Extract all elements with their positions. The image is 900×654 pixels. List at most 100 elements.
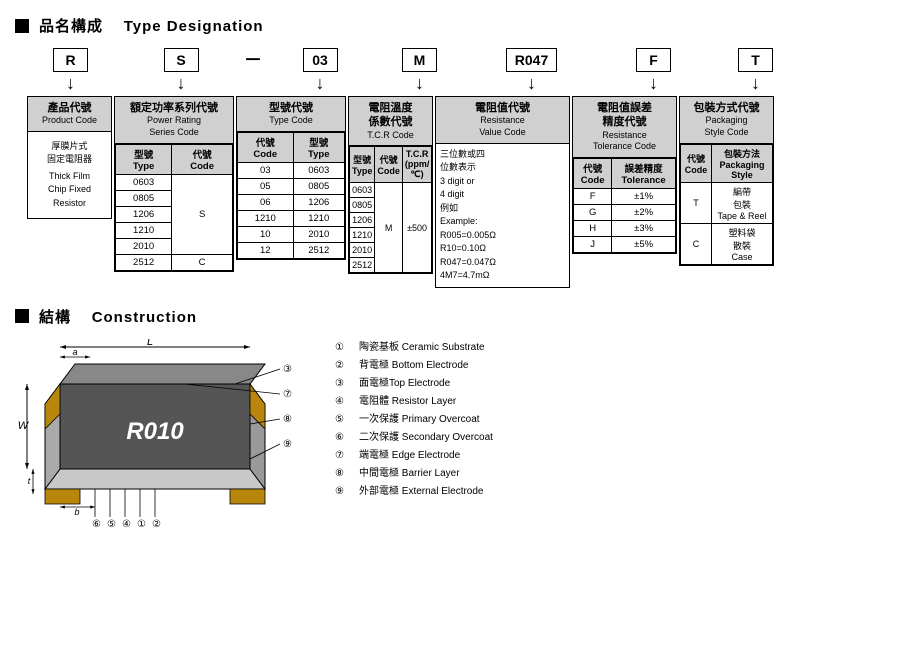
svg-text:④: ④ (122, 519, 131, 529)
tcr-header-en: T.C.R Code (353, 130, 428, 142)
arrow-t: ↓ (751, 74, 760, 92)
legend-text-5: 一次保護 Primary Overcoat (359, 411, 480, 429)
section1-en: Type Designation (124, 18, 264, 35)
legend-item-2: ② 背電極 Bottom Electrode (335, 357, 493, 375)
res-val-ex1: R005=0.005Ω (440, 229, 565, 243)
tolerance-col: 電阻值誤差精度代號 ResistanceTolerance Code 代號Cod… (572, 96, 677, 254)
type-code-col1-header: 代號Code (238, 132, 294, 162)
packaging-header: 包裝方式代號 PackagingStyle Code (680, 97, 773, 144)
construction-content: L W a t b (15, 339, 885, 532)
packaging-col: 包裝方式代號 PackagingStyle Code 代號Code 包裝方法Pa… (679, 96, 774, 266)
tolerance-header-zh: 電阻值誤差精度代號 (577, 101, 672, 130)
table-row: T編帶包裝Tape & Reel (681, 182, 773, 223)
resistance-value-header: 電阻值代號 ResistanceValue Code (436, 97, 569, 144)
type-code-body: 代號Code 型號Type 030603 050805 061206 12101… (237, 132, 345, 259)
table-row: 2512C (116, 254, 233, 270)
arrow-r047: ↓ (527, 74, 536, 92)
legend-text-7: 端電極 Edge Electrode (359, 447, 460, 465)
svg-text:W: W (18, 420, 30, 432)
legend-num-2: ② (335, 357, 355, 375)
section1-zh: 品名構成 (39, 18, 103, 35)
product-code-header-zh: 產品代號 (32, 101, 107, 115)
res-val-example-en: Example: (440, 215, 565, 229)
section2-title: 結構 Construction (15, 306, 885, 327)
code-f: F (636, 48, 671, 72)
legend-num-1: ① (335, 339, 355, 357)
chip-svg: L W a t b (15, 339, 315, 529)
arrow-03: ↓ (316, 74, 325, 92)
resistance-value-header-en: ResistanceValue Code (440, 115, 565, 138)
packaging-table: 代號Code 包裝方法PackagingStyle T編帶包裝Tape & Re… (680, 144, 773, 265)
svg-text:②: ② (152, 519, 161, 529)
page-container: 品名構成 Type Designation R ↓ S ↓ － 03 ↓ M ↓ (15, 10, 885, 537)
packaging-body: 代號Code 包裝方法PackagingStyle T編帶包裝Tape & Re… (680, 144, 773, 265)
table-row: 061206 (238, 194, 345, 210)
power-rating-col: 額定功率系列代號 Power RatingSeries Code 型號Type … (114, 96, 234, 272)
table-row: C塑料袋散裝Case (681, 223, 773, 264)
legend-text-8: 中間電極 Barrier Layer (359, 465, 460, 483)
svg-text:R010: R010 (126, 418, 184, 445)
dash: － (244, 46, 262, 72)
svg-text:③: ③ (283, 364, 292, 375)
legend-item-7: ⑦ 端電極 Edge Electrode (335, 447, 493, 465)
legend-text-2: 背電極 Bottom Electrode (359, 357, 468, 375)
power-rating-body: 型號Type 代號Code 0603S 0805 1206 1210 2010 … (115, 144, 233, 271)
svg-text:⑨: ⑨ (283, 439, 292, 450)
chip-drawing: L W a t b (15, 339, 315, 532)
arrow-m: ↓ (415, 74, 424, 92)
table-row: G±2% (574, 204, 676, 220)
tcr-table: 型號Type 代號Code T.C.R(ppm/℃) 0603M±500 080… (349, 146, 432, 273)
power-rating-header: 額定功率系列代號 Power RatingSeries Code (115, 97, 233, 144)
section2-icon (15, 309, 29, 323)
packaging-col1: 代號Code (681, 144, 712, 182)
tolerance-table: 代號Code 誤差精度Tolerance F±1% G±2% H±3% J±5% (573, 158, 676, 253)
svg-text:⑧: ⑧ (283, 414, 292, 425)
legend-text-4: 電阻體 Resistor Layer (359, 393, 456, 411)
product-code-body: 厚膜片式固定電阻器 Thick FilmChip FixedResistor (28, 132, 111, 219)
legend-num-9: ⑨ (335, 483, 355, 501)
legend-num-4: ④ (335, 393, 355, 411)
res-val-ex3: R047=0.047Ω (440, 256, 565, 270)
svg-text:⑦: ⑦ (283, 389, 292, 400)
type-code-header-en: Type Code (241, 115, 341, 127)
table-row: 030603 (238, 162, 345, 178)
table-row: 122512 (238, 242, 345, 258)
tolerance-col1: 代號Code (574, 158, 612, 188)
svg-text:a: a (72, 347, 77, 357)
product-code-col: 產品代號 Product Code 厚膜片式固定電阻器 Thick FilmCh… (27, 96, 112, 219)
packaging-col2: 包裝方法PackagingStyle (712, 144, 773, 182)
svg-text:L: L (147, 339, 153, 348)
legend-num-3: ③ (335, 375, 355, 393)
type-code-table: 代號Code 型號Type 030603 050805 061206 12101… (237, 132, 345, 259)
arrow-f: ↓ (649, 74, 658, 92)
table-row: J±5% (574, 236, 676, 252)
legend-text-1: 陶瓷基板 Ceramic Substrate (359, 339, 485, 357)
res-val-sub-zh: 三位數或四位數表示 (440, 148, 565, 175)
table-row: 12101210 (238, 210, 345, 226)
power-rating-col2-header: 代號Code (172, 144, 233, 174)
code-03: 03 (303, 48, 338, 72)
tolerance-body: 代號Code 誤差精度Tolerance F±1% G±2% H±3% J±5% (573, 158, 676, 253)
code-t: T (738, 48, 773, 72)
arrow-s: ↓ (177, 74, 186, 92)
power-rating-header-zh: 額定功率系列代號 (119, 101, 229, 115)
tcr-header: 電阻溫度係數代號 T.C.R Code (349, 97, 432, 146)
tolerance-header-en: ResistanceTolerance Code (577, 130, 672, 153)
table-row: 0603M±500 (350, 183, 432, 198)
tolerance-header: 電阻值誤差精度代號 ResistanceTolerance Code (573, 97, 676, 158)
legend-num-7: ⑦ (335, 447, 355, 465)
product-code-header: 產品代號 Product Code (28, 97, 111, 132)
packaging-header-zh: 包裝方式代號 (684, 101, 769, 115)
legend-item-9: ⑨ 外部電極 External Electrode (335, 483, 493, 501)
svg-text:⑤: ⑤ (107, 519, 116, 529)
construction-legend: ① 陶瓷基板 Ceramic Substrate ② 背電極 Bottom El… (335, 339, 493, 532)
legend-item-1: ① 陶瓷基板 Ceramic Substrate (335, 339, 493, 357)
legend-item-5: ⑤ 一次保護 Primary Overcoat (335, 411, 493, 429)
tcr-col1: 型號Type (350, 147, 375, 183)
legend-num-6: ⑥ (335, 429, 355, 447)
resistance-value-header-zh: 電阻值代號 (440, 101, 565, 115)
type-code-col2-header: 型號Type (293, 132, 344, 162)
section1-title: 品名構成 Type Designation (15, 15, 885, 36)
table-row: 0603S (116, 174, 233, 190)
svg-text:b: b (74, 507, 79, 517)
